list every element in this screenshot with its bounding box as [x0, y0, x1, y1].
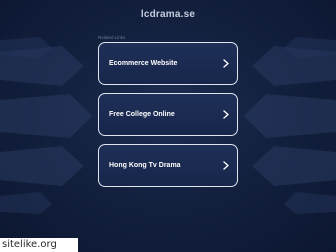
related-link-label: Ecommerce Website [109, 60, 178, 67]
domain-title: lcdrama.se [140, 9, 196, 20]
related-link-hong-kong-tv-drama[interactable]: Hong Kong Tv Drama [98, 144, 238, 187]
decor-shape-left-3 [0, 146, 84, 186]
sitelike-watermark: sitelike.org [0, 238, 78, 252]
related-link-label: Free College Online [109, 111, 175, 118]
decor-shape-left-2 [0, 94, 92, 138]
related-link-free-college-online[interactable]: Free College Online [98, 93, 238, 136]
decor-shape-right-2 [244, 94, 336, 138]
related-link-label: Hong Kong Tv Drama [109, 162, 181, 169]
chevron-right-icon [223, 94, 229, 135]
chevron-right-icon [223, 145, 229, 186]
decor-shape-right-3 [252, 146, 336, 186]
related-links-label: Related Links [98, 35, 126, 40]
chevron-right-icon [223, 43, 229, 84]
decor-shape-right-5 [284, 192, 336, 214]
related-link-ecommerce-website[interactable]: Ecommerce Website [98, 42, 238, 85]
decor-shape-left-5 [0, 192, 52, 214]
